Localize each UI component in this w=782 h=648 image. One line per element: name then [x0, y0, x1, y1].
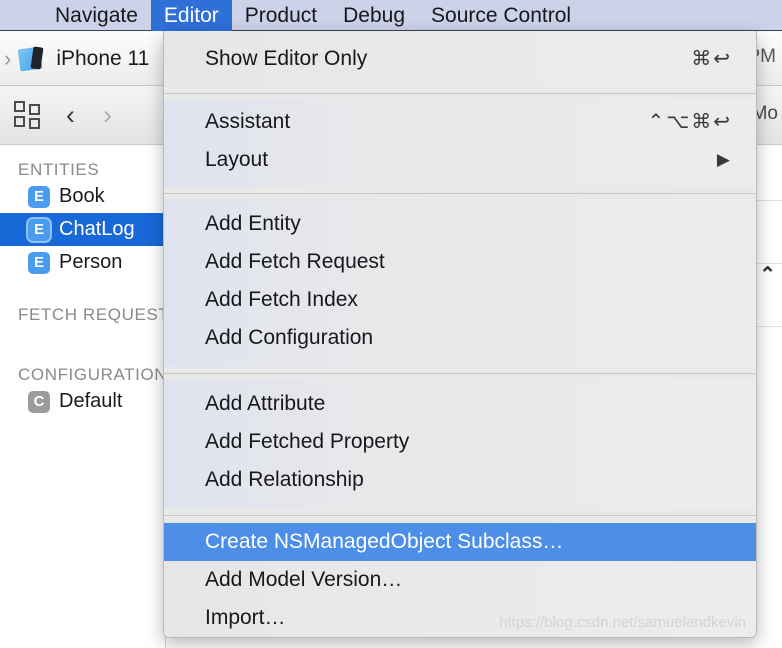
- menu-item-shortcut: ⌘↩: [691, 48, 732, 70]
- sidebar-item-person[interactable]: E Person: [0, 246, 165, 279]
- project-device-icon: [17, 45, 47, 72]
- menu-separator: [164, 93, 756, 94]
- menu-item-label: Create NSManagedObject Subclass…: [205, 530, 564, 553]
- menu-group-display: Show Editor Only ⌘↩: [164, 31, 756, 87]
- sidebar-section-entities-header: ENTITIES: [18, 160, 100, 179]
- menu-item-label: Show Editor Only: [205, 47, 368, 70]
- menu-separator: [164, 373, 756, 374]
- menu-item-add-model-version[interactable]: Add Model Version…: [164, 561, 756, 599]
- menu-item-label: Add Configuration: [205, 326, 374, 349]
- menu-item-label: Add Attribute: [205, 392, 326, 415]
- menu-item-add-fetch-index[interactable]: Add Fetch Index: [164, 281, 756, 319]
- menu-item-label: Add Entity: [205, 212, 301, 235]
- menu-item-label: Add Relationship: [205, 468, 364, 491]
- menu-item-add-entity[interactable]: Add Entity: [164, 205, 756, 243]
- menu-item-label: Add Model Version…: [205, 568, 403, 591]
- sidebar-item-chatlog[interactable]: E ChatLog: [0, 213, 165, 246]
- menu-group-codegen: Create NSManagedObject Subclass… Add Mod…: [164, 521, 756, 637]
- menu-group-add-model-objects: Add Entity Add Fetch Request Add Fetch I…: [164, 199, 756, 367]
- menu-item-label: Add Fetch Request: [205, 250, 385, 273]
- menu-item-add-attribute[interactable]: Add Attribute: [164, 385, 756, 423]
- menu-group-assistant: Assistant ⌃⌥⌘↩ Layout ▶: [164, 99, 756, 187]
- menu-item-shortcut: ⌃⌥⌘↩: [647, 111, 732, 133]
- sidebar-item-label: Book: [59, 185, 105, 207]
- entity-badge-icon: E: [28, 218, 50, 241]
- sidebar-section-configurations-header: CONFIGURATIONS: [18, 365, 180, 384]
- submenu-arrow-icon: ▶: [716, 150, 730, 169]
- chevron-up-icon[interactable]: ⌃: [759, 262, 776, 287]
- menu-item-import[interactable]: Import…: [164, 599, 756, 637]
- entity-grid-icon[interactable]: [14, 101, 42, 129]
- back-chevron-icon[interactable]: ‹: [66, 101, 75, 129]
- menu-item-layout[interactable]: Layout ▶: [164, 141, 756, 179]
- sidebar-section-fetch-requests-header: FETCH REQUESTS: [18, 305, 182, 324]
- menu-item-label: Layout: [205, 148, 269, 171]
- menu-item-label: Add Fetched Property: [205, 430, 410, 453]
- sidebar-item-label: Default: [59, 390, 123, 412]
- device-selector-label[interactable]: iPhone 11: [56, 47, 149, 71]
- entity-badge-icon: E: [28, 251, 50, 274]
- editor-dropdown-menu: Show Editor Only ⌘↩ Assistant ⌃⌥⌘↩ Layou…: [163, 31, 757, 638]
- menu-bar: Navigate Editor Product Debug Source Con…: [0, 0, 782, 31]
- menu-item-label: Import…: [205, 606, 286, 629]
- menu-bar-item-product[interactable]: Product: [232, 0, 330, 31]
- menu-item-label: Assistant: [205, 110, 291, 133]
- menu-bar-item-source-control[interactable]: Source Control: [418, 0, 584, 31]
- menu-item-add-relationship[interactable]: Add Relationship: [164, 461, 756, 499]
- menu-item-add-fetch-request[interactable]: Add Fetch Request: [164, 243, 756, 281]
- menu-item-create-nsmanagedobject-subclass[interactable]: Create NSManagedObject Subclass…: [164, 523, 756, 561]
- menu-group-add-properties: Add Attribute Add Fetched Property Add R…: [164, 379, 756, 509]
- breadcrumb-chevron-icon[interactable]: ›: [4, 46, 11, 72]
- menu-item-label: Add Fetch Index: [205, 288, 358, 311]
- menu-item-assistant[interactable]: Assistant ⌃⌥⌘↩: [164, 103, 756, 141]
- menu-item-add-fetched-property[interactable]: Add Fetched Property: [164, 423, 756, 461]
- menu-item-add-configuration[interactable]: Add Configuration: [164, 319, 756, 357]
- entity-badge-icon: E: [28, 185, 50, 208]
- sidebar-item-label: ChatLog: [59, 218, 135, 240]
- menu-bar-item-navigate[interactable]: Navigate: [42, 0, 151, 31]
- menu-bar-item-debug[interactable]: Debug: [330, 0, 418, 31]
- forward-chevron-icon[interactable]: ›: [103, 101, 112, 129]
- xcode-window: › iPhone 11 PM ‹ › Mo ENTITIES E Book E …: [0, 0, 782, 648]
- menu-separator: [164, 193, 756, 194]
- sidebar-item-book[interactable]: E Book: [0, 180, 165, 213]
- menu-separator: [164, 515, 756, 516]
- sidebar-item-default[interactable]: C Default: [0, 385, 165, 418]
- sidebar-item-label: Person: [59, 251, 123, 273]
- menu-item-show-editor-only[interactable]: Show Editor Only ⌘↩: [164, 40, 756, 78]
- configuration-badge-icon: C: [28, 390, 50, 413]
- model-outline-sidebar: ENTITIES E Book E ChatLog E Person FETCH…: [0, 146, 182, 648]
- menu-bar-item-editor[interactable]: Editor: [150, 0, 232, 31]
